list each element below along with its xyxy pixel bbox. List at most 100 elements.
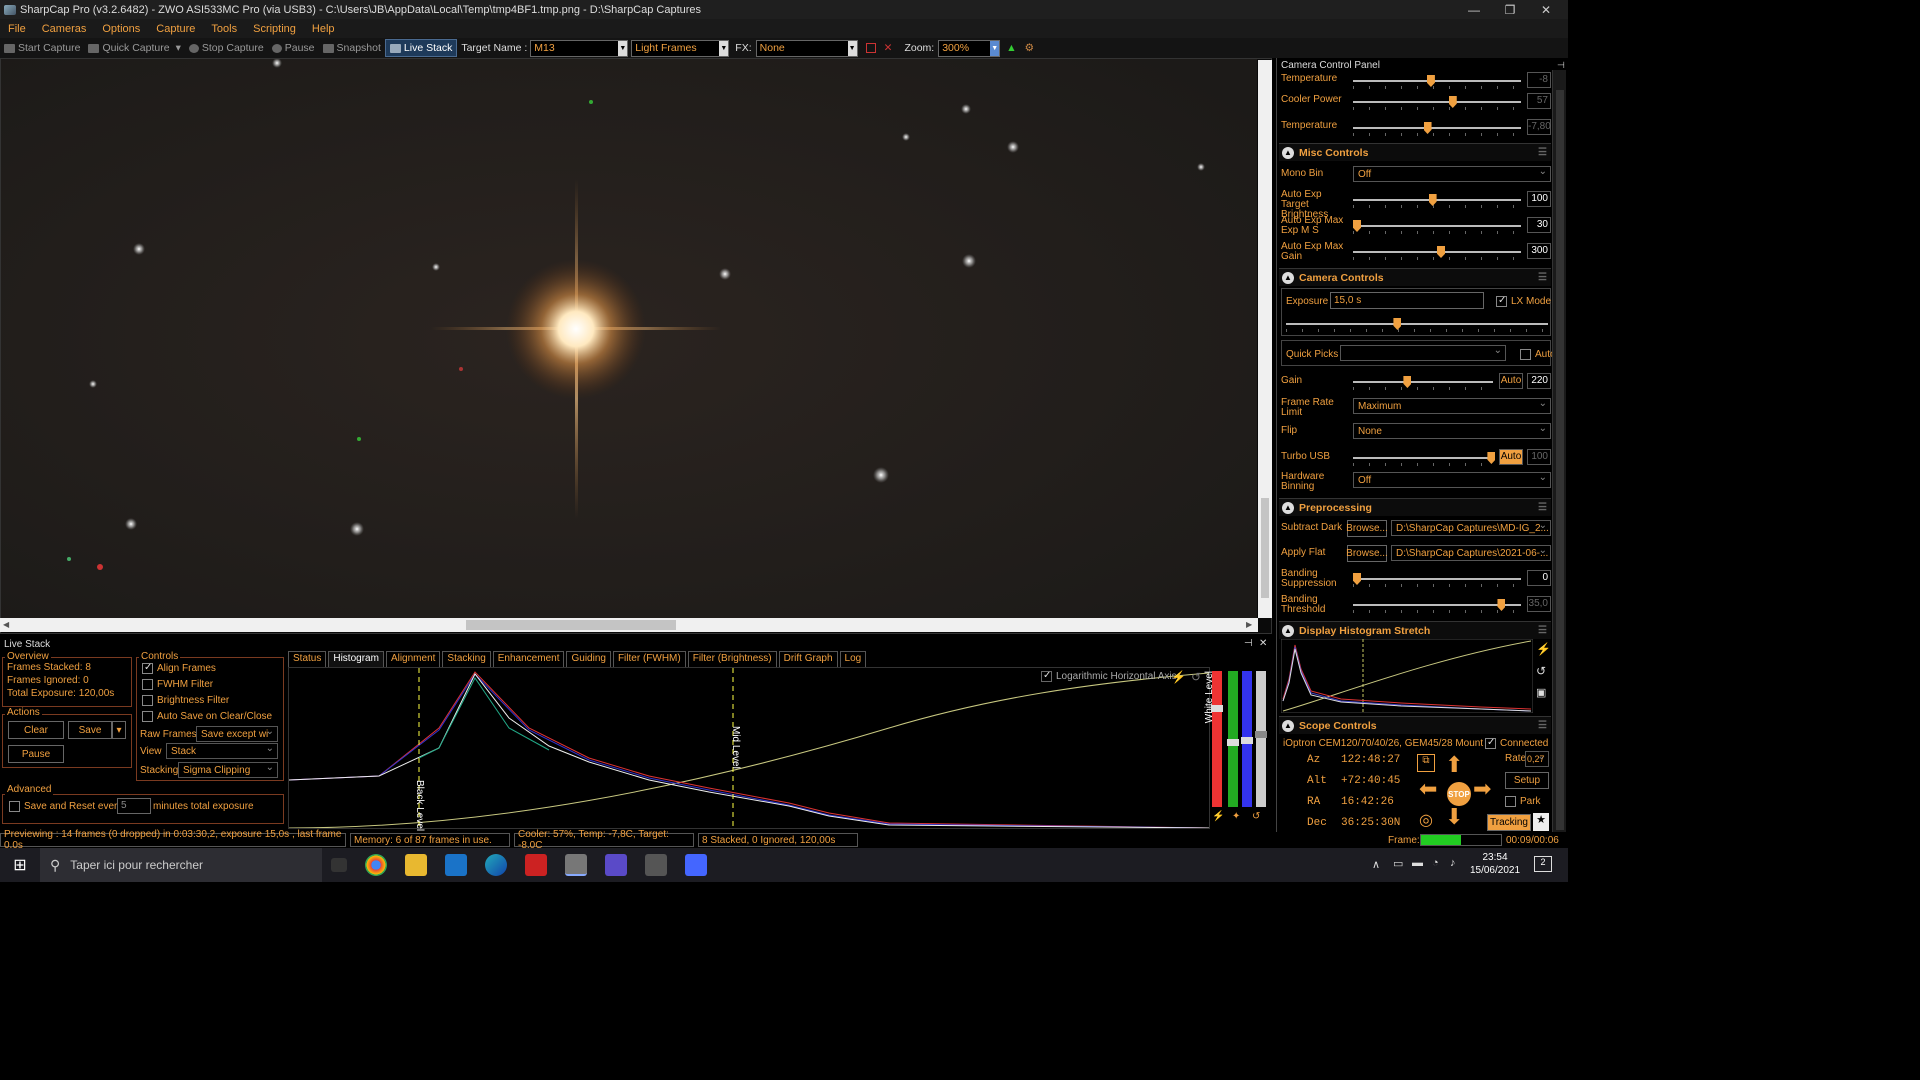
save-button[interactable]: Save xyxy=(68,721,112,739)
goto-icon[interactable]: ⧉ xyxy=(1417,754,1435,772)
viewer-vertical-scrollbar[interactable] xyxy=(1258,60,1272,618)
temperature-readout-value[interactable]: -7,80 xyxy=(1527,119,1551,135)
south-arrow-icon[interactable]: ⬇ xyxy=(1445,804,1463,830)
turbo-usb-slider[interactable] xyxy=(1353,452,1496,466)
chevron-down-icon[interactable]: ▼ xyxy=(990,40,1000,56)
pin-icon[interactable]: ⊣ xyxy=(1244,638,1253,649)
crosshair-icon[interactable]: ✕ xyxy=(884,42,893,54)
menu-file[interactable]: File xyxy=(0,23,34,35)
green-level-slider[interactable] xyxy=(1227,671,1239,807)
save-reset-checkbox[interactable]: Save and Reset every xyxy=(9,801,122,812)
auto-exp-max-exp-value[interactable]: 30 xyxy=(1527,217,1551,233)
temperature-readout-slider[interactable] xyxy=(1353,122,1521,136)
frame-rate-select[interactable]: Maximum xyxy=(1353,398,1551,414)
auto-exp-max-gain-slider[interactable] xyxy=(1353,246,1521,260)
align-frames-checkbox[interactable]: Align Frames xyxy=(142,662,216,674)
chrome-icon[interactable] xyxy=(365,854,387,876)
settings-icon[interactable]: ⚙ xyxy=(1025,42,1034,54)
target-name-input[interactable]: M13 ▼ xyxy=(530,39,629,57)
rate-select[interactable]: 0,27 xyxy=(1525,751,1549,767)
battery-icon[interactable]: ▬ xyxy=(1412,857,1423,869)
banding-suppression-slider[interactable] xyxy=(1353,573,1521,587)
target-icon[interactable]: ◎ xyxy=(1419,810,1433,830)
scope-controls-header[interactable]: ▲ Scope Controls ☰ xyxy=(1279,716,1551,734)
tab-guiding[interactable]: Guiding xyxy=(566,651,611,667)
east-arrow-icon[interactable]: ➡ xyxy=(1473,776,1491,802)
north-arrow-icon[interactable]: ⬆ xyxy=(1445,752,1463,778)
turbo-auto-button[interactable]: Auto xyxy=(1499,449,1523,465)
reset-icon[interactable]: ↺ xyxy=(1536,664,1546,678)
chevron-down-icon[interactable]: ▾ xyxy=(176,42,181,54)
lx-mode-checkbox[interactable]: LX Mode xyxy=(1496,295,1551,307)
auto-exp-max-exp-slider[interactable] xyxy=(1353,220,1521,234)
scroll-thumb[interactable] xyxy=(466,620,676,630)
tab-stacking[interactable]: Stacking xyxy=(442,651,491,667)
temperature-slider[interactable] xyxy=(1353,75,1521,89)
fx-select[interactable]: None ▼ xyxy=(755,39,858,57)
gain-value[interactable]: 220 xyxy=(1527,373,1551,389)
menu-tools[interactable]: Tools xyxy=(203,23,245,35)
scroll-thumb[interactable] xyxy=(1556,90,1564,830)
minimize-icon[interactable]: — xyxy=(1456,0,1492,19)
app-red-icon[interactable] xyxy=(525,854,547,876)
raw-frames-select[interactable]: Save except wi xyxy=(196,726,278,742)
misc-controls-header[interactable]: ▲ Misc Controls ☰ xyxy=(1279,143,1551,161)
cooler-power-value[interactable]: 57 xyxy=(1527,93,1551,109)
save-icon[interactable]: ▣ xyxy=(1536,686,1546,699)
sharpcap-taskbar-icon[interactable] xyxy=(565,854,587,876)
tab-alignment[interactable]: Alignment xyxy=(385,651,441,667)
reset-icon[interactable]: ↺ xyxy=(1252,811,1260,822)
edge-icon[interactable] xyxy=(485,854,507,876)
volume-icon[interactable]: ♪ xyxy=(1450,857,1456,869)
flat-file-select[interactable]: D:\SharpCap Captures\2021-06-... xyxy=(1391,545,1551,561)
setup-button[interactable]: Setup xyxy=(1505,772,1549,789)
red-level-slider[interactable] xyxy=(1211,671,1223,807)
menu-scripting[interactable]: Scripting xyxy=(245,23,304,35)
tab-status[interactable]: Status xyxy=(288,651,327,667)
zoom-select[interactable]: 300% ▼ xyxy=(938,39,1001,57)
chevron-down-icon[interactable]: ▼ xyxy=(847,40,857,56)
taskbar-search-box[interactable]: ⚲ Taper ici pour rechercher xyxy=(40,848,322,882)
chevron-down-icon[interactable]: ▼ xyxy=(618,40,628,56)
pause-stack-button[interactable]: Pause xyxy=(8,745,64,763)
auto-exp-max-gain-value[interactable]: 300 xyxy=(1527,243,1551,259)
tracking-button[interactable]: Tracking xyxy=(1487,814,1531,831)
menu-icon[interactable]: ☰ xyxy=(1538,147,1547,158)
menu-icon[interactable]: ☰ xyxy=(1538,625,1547,636)
menu-cameras[interactable]: Cameras xyxy=(34,23,95,35)
panel-scrollbar[interactable] xyxy=(1552,70,1566,834)
menu-help[interactable]: Help xyxy=(304,23,343,35)
pause-button[interactable]: Pause xyxy=(268,39,319,57)
menu-icon[interactable]: ☰ xyxy=(1538,720,1547,731)
preprocessing-header[interactable]: ▲ Preprocessing ☰ xyxy=(1279,498,1551,516)
fwhm-filter-checkbox[interactable]: FWHM Filter xyxy=(142,679,213,690)
collapse-icon[interactable]: ▲ xyxy=(1282,501,1294,514)
flip-select[interactable]: None xyxy=(1353,423,1551,439)
cooler-power-slider[interactable] xyxy=(1353,96,1521,110)
app-cube-icon[interactable] xyxy=(685,854,707,876)
start-capture-button[interactable]: Start Capture xyxy=(0,39,84,57)
windows-start-icon[interactable]: ⊞ xyxy=(0,855,40,875)
log-axis-checkbox[interactable]: Logarithmic Horizontal Axis xyxy=(1041,670,1177,682)
brightness-filter-checkbox[interactable]: Brightness Filter xyxy=(142,695,229,706)
exposure-input[interactable]: 15,0 s xyxy=(1330,292,1484,309)
west-arrow-icon[interactable]: ⬅ xyxy=(1419,776,1437,802)
chevron-down-icon[interactable]: ▾ xyxy=(112,721,126,739)
live-stack-button[interactable]: Live Stack xyxy=(384,39,458,57)
reset-icon[interactable]: ↺ xyxy=(1191,670,1201,684)
clear-button[interactable]: Clear xyxy=(8,721,64,739)
hardware-binning-select[interactable]: Off xyxy=(1353,472,1551,488)
taskbar-clock[interactable]: 23:54 15/06/2021 xyxy=(1468,851,1522,877)
task-view-icon[interactable] xyxy=(331,858,347,872)
banding-suppression-value[interactable]: 0 xyxy=(1527,570,1551,586)
histogram-icon[interactable]: ▲ xyxy=(1006,42,1016,54)
scroll-right-icon[interactable]: ▶ xyxy=(1246,620,1252,629)
tab-drift-graph[interactable]: Drift Graph xyxy=(778,651,838,667)
stack-histogram[interactable]: Black Level Mid Level Logarithmic Horizo… xyxy=(288,667,1210,831)
browse-flat-button[interactable]: Browse... xyxy=(1346,545,1388,562)
auto-exp-target-value[interactable]: 100 xyxy=(1527,191,1551,207)
tray-device-icon[interactable]: ▭ xyxy=(1393,857,1403,870)
notification-icon[interactable]: 2 xyxy=(1534,856,1552,872)
connected-checkbox[interactable]: Connected xyxy=(1485,737,1548,749)
mono-bin-select[interactable]: Off xyxy=(1353,166,1551,182)
